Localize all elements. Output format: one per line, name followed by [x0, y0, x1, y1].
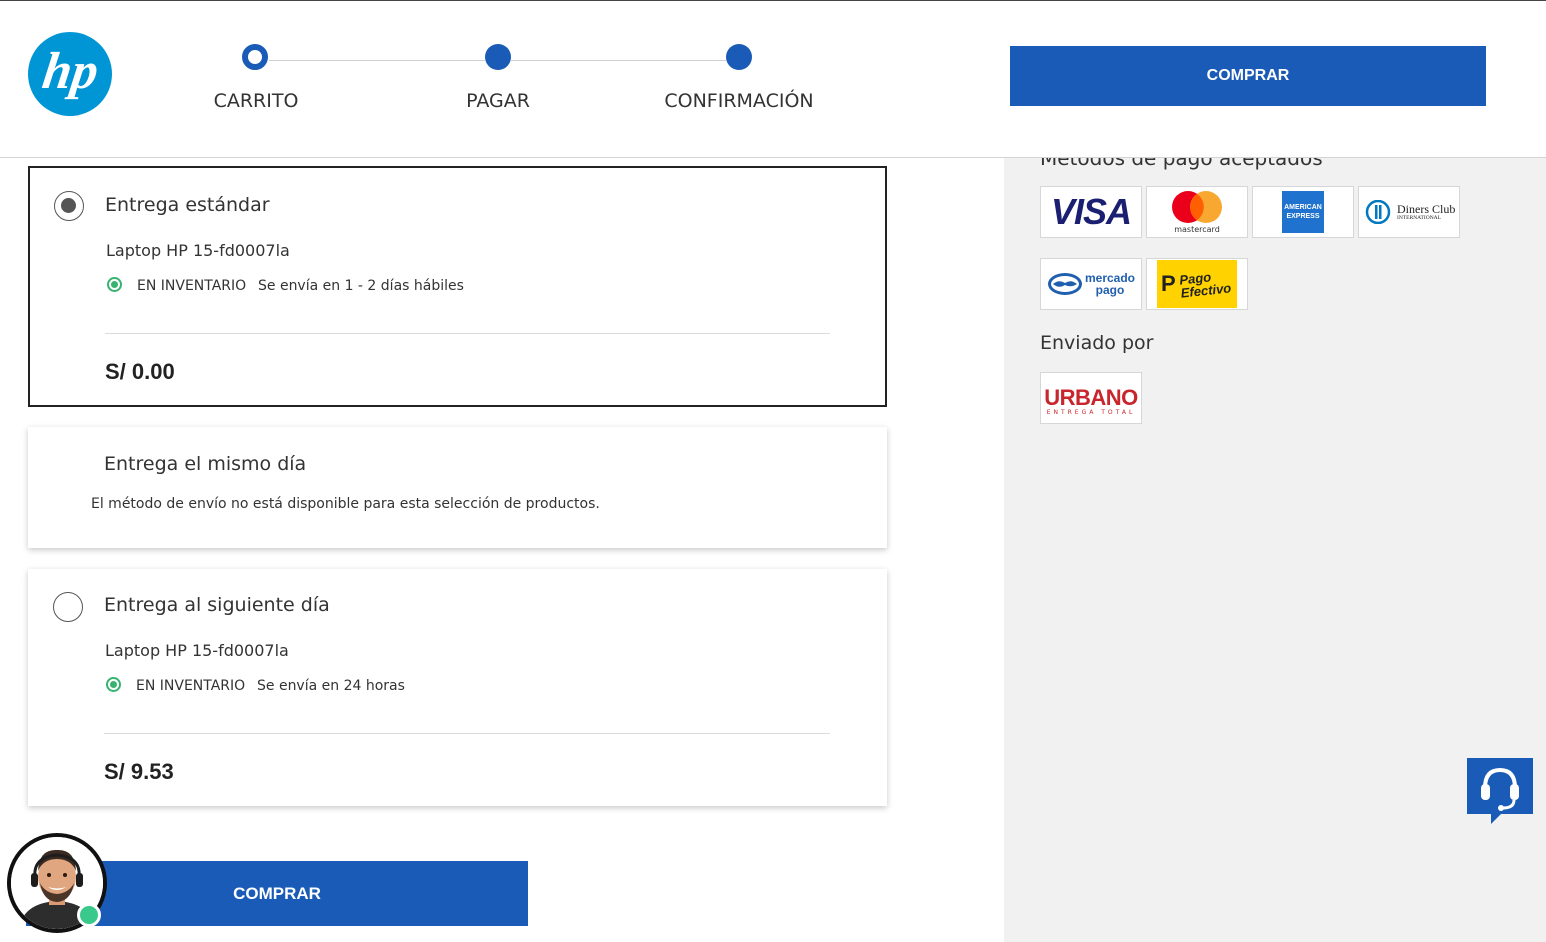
- progress-line-1: [269, 60, 485, 61]
- step-payment-label: PAGAR: [466, 90, 530, 112]
- diners-club-logo: Diners Club INTERNATIONAL: [1358, 186, 1460, 238]
- pago-efectivo-badge: P Pago Efectivo: [1157, 260, 1237, 308]
- pago-efectivo-logo: P Pago Efectivo: [1146, 258, 1248, 310]
- mercado-pago-logo: mercado pago: [1040, 258, 1142, 310]
- standard-eta: Se envía en 1 - 2 días hábiles: [258, 278, 464, 294]
- mercado-pago-handshake-icon: [1047, 273, 1082, 295]
- urbano-logo: URBANO ENTREGA TOTAL: [1040, 372, 1142, 424]
- american-express-logo: AMERICAN EXPRESS: [1252, 186, 1354, 238]
- diners-club-subtext: INTERNATIONAL: [1397, 214, 1441, 221]
- amex-badge: AMERICAN EXPRESS: [1282, 191, 1324, 233]
- same-day-unavailable-message: El método de envío no está disponible pa…: [91, 496, 600, 512]
- support-chat-button[interactable]: [1465, 756, 1535, 826]
- hp-logo[interactable]: hp: [28, 32, 112, 116]
- checkout-header: hp CARRITO PAGAR CONFIRMACIÓN COMPRAR: [0, 0, 1546, 158]
- mastercard-logo: mastercard: [1146, 186, 1248, 238]
- same-day-delivery-title: Entrega el mismo día: [104, 453, 307, 475]
- shipping-option-next-day[interactable]: Entrega al siguiente día Laptop HP 15-fd…: [28, 569, 887, 806]
- mastercard-circles-icon: [1172, 191, 1222, 223]
- standard-delivery-radio[interactable]: [54, 191, 84, 221]
- in-stock-icon: [106, 677, 121, 692]
- step-cart-label: CARRITO: [213, 90, 299, 112]
- next-day-product-name: Laptop HP 15-fd0007la: [105, 641, 289, 660]
- headset-chat-icon: [1467, 758, 1533, 824]
- next-day-divider: [104, 733, 830, 734]
- step-cart-indicator: [242, 44, 268, 70]
- visa-logo-text: VISA: [1050, 191, 1132, 232]
- urbano-tagline: ENTREGA TOTAL: [1046, 408, 1136, 416]
- mastercard-logo-text: mastercard: [1174, 225, 1220, 234]
- standard-product-name: Laptop HP 15-fd0007la: [106, 241, 290, 260]
- standard-stock-status: EN INVENTARIO: [137, 278, 247, 294]
- progress-line-2: [511, 60, 726, 61]
- pago-efectivo-subtext: Efectivo: [1179, 280, 1232, 301]
- hp-logo-text: hp: [38, 43, 102, 100]
- mercado-pago-subtext: pago: [1095, 283, 1125, 297]
- buy-button-header[interactable]: COMPRAR: [1010, 46, 1486, 106]
- next-day-delivery-radio[interactable]: [53, 592, 83, 622]
- agent-online-status-icon: [77, 903, 101, 927]
- diners-club-icon: [1365, 200, 1391, 224]
- pago-efectivo-p-icon: P: [1161, 271, 1176, 296]
- next-day-stock-status: EN INVENTARIO: [136, 678, 246, 694]
- amex-logo-text: AMERICAN EXPRESS: [1284, 204, 1322, 220]
- next-day-delivery-title: Entrega al siguiente día: [104, 594, 330, 616]
- urbano-logo-text: URBANO: [1044, 384, 1138, 410]
- shipping-option-standard[interactable]: Entrega estándar Laptop HP 15-fd0007la E…: [28, 166, 887, 407]
- diners-club-text: Diners Club: [1397, 201, 1456, 216]
- next-day-price: S/ 9.53: [104, 759, 174, 784]
- shipping-option-same-day: Entrega el mismo día El método de envío …: [28, 427, 887, 548]
- standard-delivery-title: Entrega estándar: [105, 194, 270, 216]
- step-confirmation-indicator: [726, 44, 752, 70]
- standard-divider: [105, 333, 830, 334]
- standard-price: S/ 0.00: [105, 359, 175, 384]
- next-day-eta: Se envía en 24 horas: [257, 678, 405, 694]
- in-stock-icon: [107, 277, 122, 292]
- visa-logo: VISA: [1040, 186, 1142, 238]
- step-confirmation-label: CONFIRMACIÓN: [664, 90, 814, 112]
- shipped-by-title: Enviado por: [1040, 332, 1154, 354]
- step-payment-indicator: [485, 44, 511, 70]
